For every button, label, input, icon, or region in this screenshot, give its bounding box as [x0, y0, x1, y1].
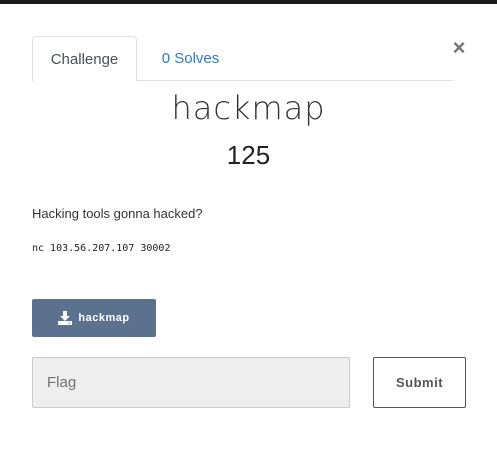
- challenge-value: 125: [226, 140, 271, 170]
- download-file-button[interactable]: hackmap: [32, 299, 156, 337]
- challenge-description: Hacking tools gonna hacked?: [32, 206, 203, 221]
- tab-challenge[interactable]: Challenge: [32, 36, 137, 82]
- challenge-name: hackmap: [171, 89, 326, 127]
- connection-command: nc 103.56.207.107 30002: [32, 243, 171, 254]
- download-label: hackmap: [78, 312, 130, 324]
- close-icon[interactable]: ×: [449, 37, 469, 59]
- download-icon: [58, 311, 73, 325]
- tab-solves[interactable]: 0 Solves: [137, 36, 244, 81]
- modal-tabs: Challenge 0 Solves: [32, 36, 453, 82]
- flag-input[interactable]: [32, 357, 350, 408]
- submit-button[interactable]: Submit: [373, 357, 466, 408]
